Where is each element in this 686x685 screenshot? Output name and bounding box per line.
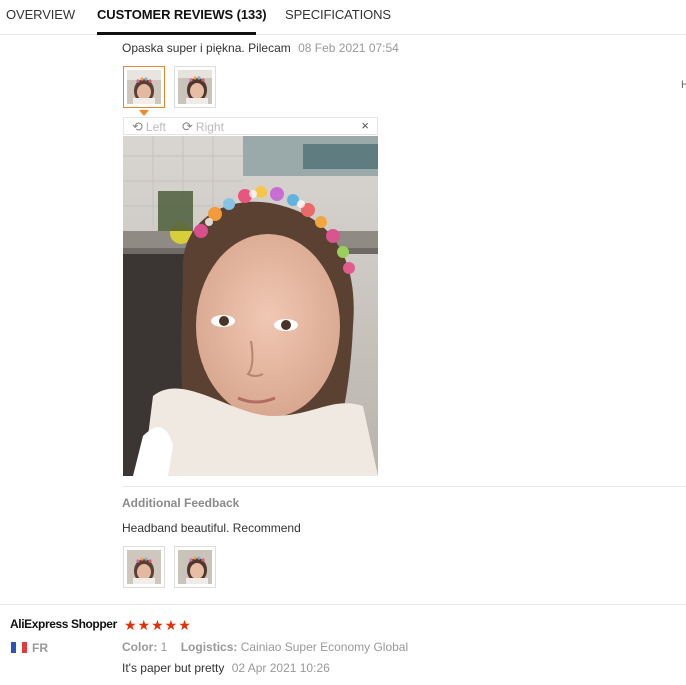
rating-stars-icon: ★★★★★ <box>124 617 192 633</box>
tab-bar: OVERVIEW CUSTOMER REVIEWS (133) SPECIFIC… <box>0 0 686 35</box>
rotate-right-icon: ⟳ <box>182 119 193 134</box>
close-icon[interactable]: × <box>361 118 369 133</box>
additional-photo-thumbnail[interactable] <box>123 546 165 588</box>
review-date: 02 Apr 2021 10:26 <box>231 661 330 675</box>
review-photo-thumbnail[interactable] <box>123 66 165 108</box>
review-text: Opaska super i piękna. Pilecam 08 Feb 20… <box>122 41 399 55</box>
girl-photo-image <box>123 136 378 476</box>
girl-photo-thumbnail-image <box>178 70 212 104</box>
france-flag-icon <box>11 642 27 653</box>
rotate-left-button[interactable]: ⟲ Left <box>132 119 166 135</box>
review-divider <box>0 604 686 605</box>
additional-feedback-text: Headband beautiful. Recommend <box>122 521 301 535</box>
logistics-label: Logistics: <box>180 640 238 654</box>
rotate-right-button[interactable]: ⟳ Right <box>182 119 224 135</box>
rotate-right-label: Right <box>195 120 224 134</box>
color-value: 1 <box>160 640 168 654</box>
rotate-left-label: Left <box>145 120 166 134</box>
review-date: 08 Feb 2021 07:54 <box>298 41 399 55</box>
review-photo-enlarged <box>123 136 378 476</box>
girl-photo-thumbnail-image <box>178 550 212 584</box>
girl-photo-thumbnail-image <box>127 550 161 584</box>
review-comment: Opaska super i piękna. Pilecam <box>122 41 291 55</box>
review-photo-thumbnail[interactable] <box>174 66 216 108</box>
selected-indicator-icon <box>139 110 149 116</box>
additional-photo-thumbnail[interactable] <box>174 546 216 588</box>
review-country: FR <box>32 641 48 655</box>
girl-photo-thumbnail-image <box>127 70 161 104</box>
tab-overview[interactable]: OVERVIEW <box>6 0 75 32</box>
tab-specifications[interactable]: SPECIFICATIONS <box>285 0 391 32</box>
additional-feedback-title: Additional Feedback <box>122 496 240 510</box>
tab-customer-reviews[interactable]: CUSTOMER REVIEWS (133) <box>97 0 267 35</box>
image-viewer-toolbar: ⟲ Left ⟳ Right × <box>123 117 378 135</box>
review-author: AliExpress Shopper <box>10 617 117 631</box>
logistics-value: Cainiao Super Economy Global <box>240 640 409 654</box>
review-comment: It's paper but pretty <box>122 661 225 675</box>
color-label: Color: <box>122 640 158 654</box>
rotate-left-icon: ⟲ <box>132 119 143 134</box>
side-letter: H <box>681 79 686 91</box>
divider <box>122 486 686 487</box>
review-text: It's paper but pretty 02 Apr 2021 10:26 <box>122 661 330 675</box>
review-attributes: Color: 1 Logistics: Cainiao Super Econom… <box>122 640 408 654</box>
